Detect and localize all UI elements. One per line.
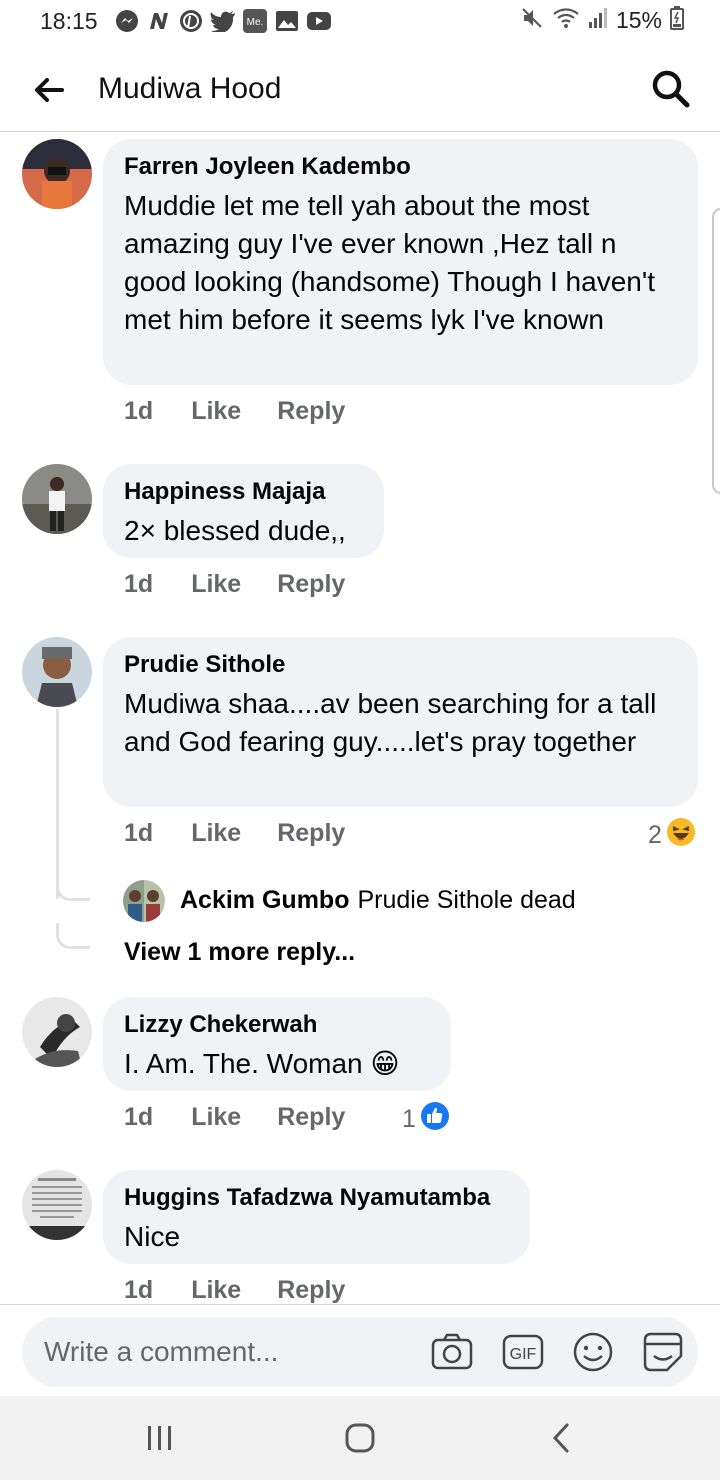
reaction-count: 1 xyxy=(402,1105,416,1133)
like-button[interactable]: Like xyxy=(191,1276,241,1303)
back-icon[interactable] xyxy=(542,1418,582,1458)
reaction-count: 2 xyxy=(648,821,662,849)
comment-actions: 1d Like Reply xyxy=(124,1103,345,1132)
mute-icon xyxy=(520,6,544,35)
reply-button[interactable]: Reply xyxy=(277,570,345,599)
composer-bar: Write a comment... GIF xyxy=(0,1304,720,1396)
back-arrow-icon[interactable] xyxy=(30,72,70,108)
comment-text: Nice xyxy=(124,1221,181,1252)
messenger-icon xyxy=(114,8,140,34)
comment-bubble[interactable]: Farren Joyleen Kadembo Muddie let me tel… xyxy=(103,139,698,385)
comment-bubble[interactable]: Happiness Majaja 2× blessed dude,, xyxy=(103,464,384,558)
comment-author[interactable]: Prudie Sithole xyxy=(124,651,678,679)
comment-actions: 1d Like Reply xyxy=(124,397,345,426)
header: Mudiwa Hood xyxy=(0,50,720,132)
comment-author[interactable]: Lizzy Chekerwah xyxy=(124,1011,431,1039)
like-reaction-icon xyxy=(420,1101,450,1138)
twitter-icon xyxy=(210,8,236,34)
comment-input[interactable]: Write a comment... GIF xyxy=(22,1317,698,1387)
system-nav-bar xyxy=(0,1396,720,1480)
signal-icon xyxy=(588,7,608,34)
avatar[interactable] xyxy=(22,637,92,707)
status-time: 18:15 xyxy=(40,8,98,34)
svg-text:GIF: GIF xyxy=(510,1346,537,1363)
like-button[interactable]: Like xyxy=(191,397,241,426)
like-button[interactable]: Like xyxy=(191,1103,241,1132)
reply-author[interactable]: Ackim Gumbo xyxy=(180,886,349,915)
comment-time[interactable]: 1d xyxy=(124,397,153,426)
gif-icon[interactable]: GIF xyxy=(501,1330,545,1374)
avatar[interactable] xyxy=(22,139,92,209)
recent-apps-icon[interactable] xyxy=(140,1418,180,1458)
avatar[interactable] xyxy=(22,464,92,534)
comment-actions: 1d Like Reply xyxy=(124,1276,345,1303)
comment-author[interactable]: Huggins Tafadzwa Nyamutamba xyxy=(124,1184,510,1212)
comment-time[interactable]: 1d xyxy=(124,1103,153,1132)
comment-actions: 1d Like Reply xyxy=(124,819,345,848)
avatar[interactable] xyxy=(123,880,165,922)
comment-time[interactable]: 1d xyxy=(124,819,153,848)
search-icon[interactable] xyxy=(650,68,692,110)
comment-placeholder[interactable]: Write a comment... xyxy=(44,1336,278,1368)
emoji-icon[interactable] xyxy=(571,1330,615,1374)
reaction-summary[interactable]: 1 xyxy=(402,1101,450,1138)
thread-line xyxy=(56,709,59,899)
comment-text: Mudiwa shaa....av been searching for a t… xyxy=(124,688,657,757)
comment-time[interactable]: 1d xyxy=(124,570,153,599)
comment-time[interactable]: 1d xyxy=(124,1276,153,1303)
avatar[interactable] xyxy=(22,1170,92,1240)
comment-author[interactable]: Happiness Majaja xyxy=(124,478,364,506)
reply-text: Prudie Sithole dead xyxy=(357,886,576,914)
reply-button[interactable]: Reply xyxy=(277,397,345,426)
comment-text: Muddie let me tell yah about the most am… xyxy=(124,190,655,335)
battery-percent: 15% xyxy=(615,7,662,33)
wifi-icon xyxy=(552,6,580,35)
comment-text: 2× blessed dude,, xyxy=(124,515,346,546)
reply-button[interactable]: Reply xyxy=(277,1276,345,1303)
pinterest-icon xyxy=(178,8,204,34)
like-button[interactable]: Like xyxy=(191,819,241,848)
thread-connector xyxy=(56,873,90,901)
page-title: Mudiwa Hood xyxy=(98,72,282,105)
battery-icon xyxy=(670,6,684,35)
gallery-icon xyxy=(274,8,300,34)
like-button[interactable]: Like xyxy=(191,570,241,599)
status-bar: 18:15 Me. 15% xyxy=(0,0,720,44)
view-more-replies[interactable]: View 1 more reply... xyxy=(124,938,355,967)
reply-button[interactable]: Reply xyxy=(277,819,345,848)
comments-list: Farren Joyleen Kadembo Muddie let me tel… xyxy=(0,133,720,1303)
sticker-icon[interactable] xyxy=(641,1330,685,1374)
avatar[interactable] xyxy=(22,997,92,1067)
comment-text: I. Am. The. Woman 😁 xyxy=(124,1048,400,1079)
scrollbar[interactable] xyxy=(712,208,720,494)
reply-button[interactable]: Reply xyxy=(277,1103,345,1132)
svg-text:Me.: Me. xyxy=(247,17,264,28)
comment-actions: 1d Like Reply xyxy=(124,570,345,599)
camera-icon[interactable] xyxy=(430,1330,474,1374)
haha-emoji-icon xyxy=(666,817,696,854)
comment-bubble[interactable]: Huggins Tafadzwa Nyamutamba Nice xyxy=(103,1170,530,1264)
comment-author[interactable]: Farren Joyleen Kadembo xyxy=(124,153,678,181)
comment-bubble[interactable]: Prudie Sithole Mudiwa shaa....av been se… xyxy=(103,637,698,807)
home-icon[interactable] xyxy=(340,1418,380,1458)
n-app-icon xyxy=(146,8,172,34)
system-icons: 15% xyxy=(520,6,684,35)
comment-bubble[interactable]: Lizzy Chekerwah I. Am. The. Woman 😁 xyxy=(103,997,451,1091)
youtube-icon xyxy=(306,8,332,34)
thread-connector xyxy=(56,923,90,949)
me-app-icon: Me. xyxy=(242,8,268,34)
reply-item[interactable]: Ackim Gumbo Prudie Sithole dead xyxy=(180,886,576,915)
reaction-summary[interactable]: 2 xyxy=(648,817,696,854)
notification-icons: Me. xyxy=(114,8,332,34)
